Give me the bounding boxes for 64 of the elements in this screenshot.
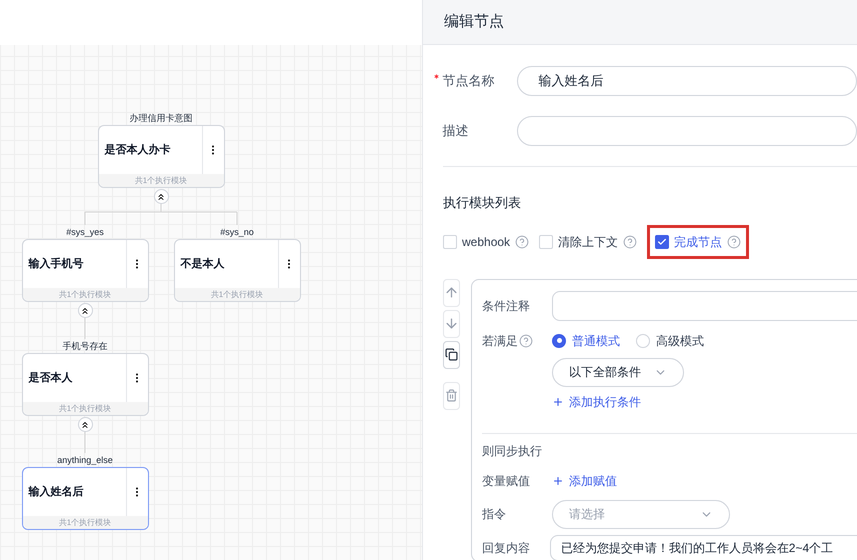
field-label: 条件注释	[482, 298, 531, 314]
node-footer: 共1个执行模块	[98, 174, 224, 187]
connector-line	[84, 316, 86, 340]
checkbox[interactable]	[655, 234, 670, 248]
help-icon[interactable]	[519, 334, 533, 348]
field-label: 变量赋值	[482, 472, 531, 490]
branch-label: #sys_no	[219, 228, 255, 237]
field-label: 若满足	[482, 332, 518, 350]
trash-icon	[445, 389, 458, 402]
flow-node[interactable]: 是否本人 共1个执行模块	[22, 353, 148, 416]
flow-node[interactable]: 不是本人 共1个执行模块	[174, 239, 300, 302]
field-label: 节点名称	[442, 72, 496, 90]
node-title: 输入姓名后	[27, 484, 84, 500]
move-up-button[interactable]	[443, 278, 460, 306]
section-subtitle: 则同步执行	[482, 442, 543, 460]
field-label: 回复内容	[482, 540, 531, 556]
checkbox-label: 清除上下文	[558, 234, 618, 250]
chevrons-up-icon	[156, 192, 166, 202]
node-footer: 共1个执行模块	[22, 402, 148, 415]
comment-field[interactable]	[552, 290, 857, 320]
collapse-button[interactable]	[78, 303, 92, 318]
node-footer: 共1个执行模块	[22, 288, 148, 301]
flow-node[interactable]: 输入手机号 共1个执行模块	[22, 239, 148, 302]
copy-button[interactable]	[443, 340, 460, 368]
node-title: 是否本人	[28, 370, 74, 386]
arrow-down-icon	[444, 316, 459, 331]
collapse-button[interactable]	[154, 189, 168, 204]
match-select[interactable]: 以下全部条件	[552, 358, 684, 386]
connector-line	[84, 430, 86, 454]
radio-option[interactable]: 高级模式	[636, 332, 704, 350]
chevrons-up-icon	[80, 306, 90, 316]
help-icon[interactable]	[727, 234, 742, 248]
flow-node[interactable]: 是否本人办卡 共1个执行模块	[98, 125, 224, 188]
branch-label: #sys_yes	[65, 228, 105, 237]
node-title: 是否本人办卡	[104, 142, 172, 158]
copy-icon	[445, 348, 458, 361]
delete-button[interactable]	[443, 382, 460, 410]
node-footer: 共1个执行模块	[22, 516, 148, 529]
field-label: 描述	[442, 122, 470, 140]
section-title: 执行模块列表	[443, 194, 522, 212]
checkbox-label: webhook	[462, 234, 510, 250]
flow-node[interactable]: 输入姓名后 共1个执行模块	[22, 467, 148, 530]
plus-icon	[552, 396, 564, 408]
field-label: 指令	[482, 506, 507, 523]
checkbox-label: 完成节点	[674, 234, 722, 250]
panel-title: 编辑节点	[444, 12, 504, 32]
help-icon[interactable]	[515, 234, 530, 248]
node-footer: 共1个执行模块	[174, 288, 300, 301]
help-icon[interactable]	[623, 234, 638, 248]
input-field[interactable]: 输入姓名后	[517, 66, 857, 96]
node-title: 输入手机号	[27, 256, 84, 272]
plus-icon	[552, 474, 564, 486]
add-assignment-link[interactable]: 添加赋值	[552, 472, 617, 490]
branch-label: 办理信用卡意图	[128, 114, 194, 123]
chevrons-up-icon	[80, 420, 90, 430]
check-icon	[657, 236, 668, 246]
add-condition-link[interactable]: 添加执行条件	[552, 392, 641, 410]
branch-label: 手机号存在	[62, 342, 108, 351]
branch-label: anything_else	[56, 456, 114, 465]
radio-option[interactable]: 普通模式	[552, 332, 620, 350]
reply-field[interactable]: 已经为您提交申请！我们的工作人员将会在2~4个工	[550, 534, 857, 560]
collapse-button[interactable]	[78, 417, 92, 432]
node-title: 不是本人	[180, 256, 226, 272]
input-field[interactable]	[517, 116, 857, 146]
